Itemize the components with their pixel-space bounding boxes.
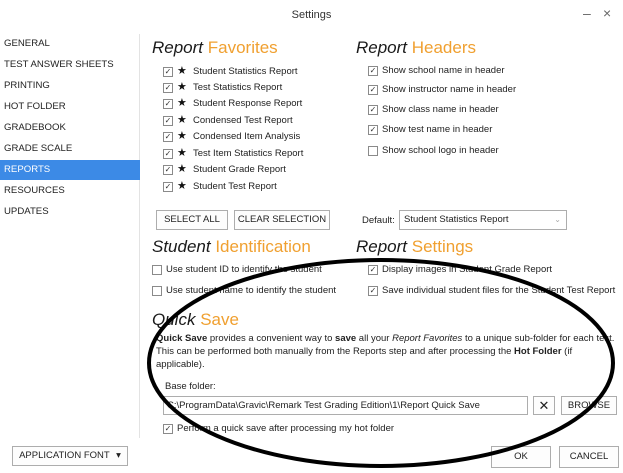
quick-save-desc-bold-1: Quick Save (156, 333, 208, 344)
sidebar-item-gradebook[interactable]: GRADEBOOK (0, 118, 140, 138)
star-icon: ★ (177, 130, 187, 142)
default-report-select[interactable]: Student Statistics Report ⌄ (399, 210, 567, 230)
student-identification-title-a: Student (152, 237, 216, 256)
favorite-checkbox[interactable]: ✓ (163, 83, 173, 93)
quick-save-title: Quick Save (152, 310, 239, 330)
header-option-label: Show school name in header (382, 65, 505, 76)
use-student-name-label: Use student name to identify the student (166, 285, 337, 296)
favorite-checkbox[interactable]: ✓ (163, 99, 173, 109)
quick-save-desc-bold-3: Hot Folder (514, 346, 562, 357)
sidebar-item-updates[interactable]: UPDATES (0, 202, 140, 222)
quick-save-desc-2: provides a convenient way to (207, 333, 336, 344)
header-checkbox[interactable]: ✓ (368, 105, 378, 115)
save-individual-files-label: Save individual student files for the St… (382, 285, 616, 296)
display-images-checkbox[interactable]: ✓ (368, 265, 378, 275)
quick-save-desc-bold-2: save (335, 333, 357, 344)
header-checkbox[interactable]: ✓ (368, 85, 378, 95)
star-icon: ★ (177, 114, 187, 126)
star-icon: ★ (177, 65, 187, 77)
favorite-label: Student Statistics Report (193, 66, 298, 77)
header-option-label: Show class name in header (382, 104, 499, 115)
close-button[interactable]: × (603, 5, 611, 21)
application-font-label: APPLICATION FONT (19, 450, 110, 461)
clear-folder-button[interactable]: ✕ (533, 396, 555, 415)
quick-save-after-hot-folder-label: Perform a quick save after processing my… (177, 423, 395, 434)
favorite-checkbox[interactable]: ✓ (163, 149, 173, 159)
base-folder-input[interactable]: C:\ProgramData\Gravic\Remark Test Gradin… (163, 396, 528, 415)
favorite-label: Student Grade Report (193, 164, 286, 175)
favorite-checkbox[interactable]: ✓ (163, 165, 173, 175)
quick-save-after-hot-folder-checkbox[interactable]: ✓ (163, 424, 173, 434)
report-favorites-title-b: Favorites (207, 38, 278, 57)
quick-save-desc-italic: Report Favorites (392, 333, 463, 344)
browse-button[interactable]: BROWSE (561, 396, 617, 415)
report-settings-title-a: Report (356, 237, 412, 256)
star-icon: ★ (177, 180, 187, 192)
quick-save-title-b: Save (200, 310, 239, 329)
student-identification-title: Student Identification (152, 237, 311, 257)
sidebar-item-grade-scale[interactable]: GRADE SCALE (0, 139, 140, 159)
report-favorites-title: Report Favorites (152, 38, 278, 58)
save-individual-files-checkbox[interactable]: ✓ (368, 286, 378, 296)
default-report-value: Student Statistics Report (404, 214, 509, 225)
quick-save-desc-4: all your (356, 333, 393, 344)
report-headers-title-a: Report (356, 38, 412, 57)
base-folder-label: Base folder: (165, 381, 216, 392)
default-report-label: Default: (362, 215, 395, 226)
use-student-id-checkbox[interactable] (152, 265, 162, 275)
header-checkbox[interactable]: ✓ (368, 125, 378, 135)
application-font-button[interactable]: APPLICATION FONT ▾ (12, 446, 128, 466)
favorite-label: Student Response Report (193, 98, 303, 109)
clear-selection-button[interactable]: CLEAR SELECTION (234, 210, 330, 230)
star-icon: ★ (177, 163, 187, 175)
chevron-down-icon: ⌄ (554, 215, 561, 224)
report-headers-title-b: Headers (411, 38, 477, 57)
header-option-label: Show instructor name in header (382, 84, 517, 95)
header-option-label: Show school logo in header (382, 145, 499, 156)
sidebar-item-reports[interactable]: REPORTS (0, 160, 140, 180)
favorite-label: Student Test Report (193, 181, 277, 192)
ok-button[interactable]: OK (491, 446, 551, 468)
display-images-label: Display images in Student Grade Report (382, 264, 553, 275)
header-checkbox[interactable] (368, 146, 378, 156)
favorite-checkbox[interactable]: ✓ (163, 132, 173, 142)
sidebar-item-test-answer-sheets[interactable]: TEST ANSWER SHEETS (0, 55, 140, 75)
report-settings-title: Report Settings (356, 237, 473, 257)
favorite-checkbox[interactable]: ✓ (163, 67, 173, 77)
report-favorites-title-a: Report (152, 38, 208, 57)
sidebar-item-hot-folder[interactable]: HOT FOLDER (0, 97, 140, 117)
select-all-button[interactable]: SELECT ALL (156, 210, 228, 230)
chevron-down-icon: ▾ (116, 450, 121, 461)
favorite-checkbox[interactable]: ✓ (163, 116, 173, 126)
favorite-label: Test Statistics Report (193, 82, 283, 93)
cancel-button[interactable]: CANCEL (559, 446, 619, 468)
report-headers-title: Report Headers (356, 38, 476, 58)
star-icon: ★ (177, 147, 187, 159)
window-title: Settings (291, 9, 332, 21)
star-icon: ★ (177, 97, 187, 109)
minimize-button[interactable]: – (583, 5, 591, 21)
use-student-name-checkbox[interactable] (152, 286, 162, 296)
favorite-label: Condensed Test Report (193, 115, 293, 126)
star-icon: ★ (177, 81, 187, 93)
favorite-checkbox[interactable]: ✓ (163, 182, 173, 192)
header-option-label: Show test name in header (382, 124, 493, 135)
report-settings-title-b: Settings (411, 237, 474, 256)
sidebar-item-general[interactable]: GENERAL (0, 34, 140, 54)
quick-save-description: Quick Save provides a convenient way to … (156, 332, 618, 371)
header-checkbox[interactable]: ✓ (368, 66, 378, 76)
favorite-label: Condensed Item Analysis (193, 131, 301, 142)
use-student-id-label: Use student ID to identify the student (166, 264, 322, 275)
sidebar: GENERAL TEST ANSWER SHEETS PRINTING HOT … (0, 34, 140, 438)
quick-save-title-a: Quick (152, 310, 201, 329)
close-icon: ✕ (538, 398, 550, 413)
sidebar-item-printing[interactable]: PRINTING (0, 76, 140, 96)
reports-panel: Report Favorites ✓ ★ Student Statistics … (141, 30, 623, 473)
student-identification-title-b: Identification (215, 237, 311, 256)
favorite-label: Test Item Statistics Report (193, 148, 304, 159)
title-bar: Settings – × (0, 0, 623, 30)
sidebar-item-resources[interactable]: RESOURCES (0, 181, 140, 201)
